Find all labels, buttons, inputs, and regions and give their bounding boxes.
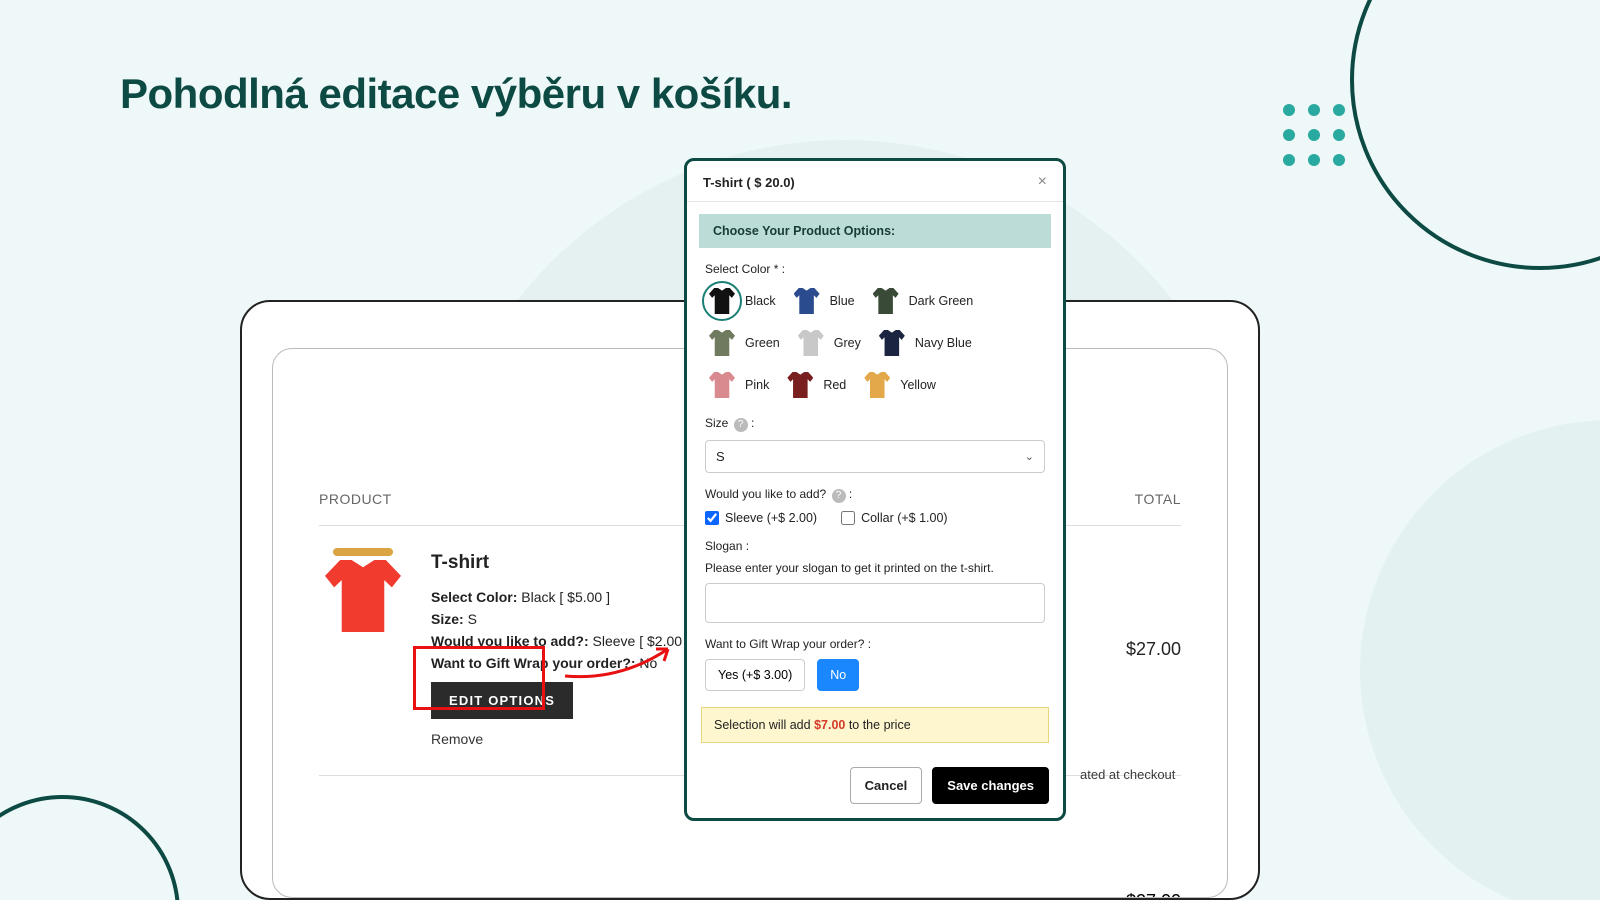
giftwrap-label: Want to Gift Wrap your order? : — [705, 637, 1045, 651]
color-swatch-red[interactable]: Red — [783, 368, 846, 402]
deco-dot-grid — [1283, 104, 1345, 166]
color-label: Select Color * : — [705, 262, 1045, 276]
col-product: PRODUCT — [319, 491, 392, 507]
addons-label: Would you like to add? ? : — [705, 487, 1045, 503]
modal-title: T-shirt ( $ 20.0) — [703, 175, 795, 190]
product-name: T-shirt — [431, 548, 690, 577]
line-total: $27.00 — [1126, 639, 1181, 660]
grand-total: $27.00 — [1126, 891, 1181, 898]
size-value: S — [716, 449, 725, 464]
slogan-input[interactable] — [705, 583, 1045, 623]
help-icon[interactable]: ? — [832, 489, 846, 503]
help-icon[interactable]: ? — [734, 418, 748, 432]
section-giftwrap: Want to Gift Wrap your order? : Yes (+$ … — [687, 623, 1063, 691]
remove-link[interactable]: Remove — [431, 729, 690, 751]
opt-size: Size: S — [431, 609, 690, 631]
color-swatch-navy-blue[interactable]: Navy Blue — [875, 326, 972, 360]
giftwrap-yes-button[interactable]: Yes (+$ 3.00) — [705, 659, 805, 691]
cart-summary: $27.00 — [319, 891, 1181, 898]
color-swatch-yellow[interactable]: Yellow — [860, 368, 936, 402]
deco-circle-top-right — [1350, 0, 1600, 270]
cancel-button[interactable]: Cancel — [850, 767, 923, 804]
color-swatch-black[interactable]: Black — [705, 284, 776, 318]
color-swatch-grey[interactable]: Grey — [794, 326, 861, 360]
page-headline: Pohodlná editace výběru v košíku. — [120, 70, 792, 118]
edit-options-modal: T-shirt ( $ 20.0) × Choose Your Product … — [684, 158, 1066, 821]
save-changes-button[interactable]: Save changes — [932, 767, 1049, 804]
size-label: Size ? : — [705, 416, 1045, 432]
deco-circle-right — [1360, 420, 1600, 900]
close-icon[interactable]: × — [1038, 173, 1047, 191]
size-select[interactable]: S ⌄ — [705, 440, 1045, 473]
annotation-red-box — [413, 646, 545, 710]
opt-color: Select Color: Black [ $5.00 ] — [431, 587, 690, 609]
section-slogan: Slogan : Please enter your slogan to get… — [687, 525, 1063, 623]
section-size: Size ? : S ⌄ — [687, 402, 1063, 473]
color-swatch-dark-green[interactable]: Dark Green — [869, 284, 974, 318]
selection-price-note: Selection will add $7.00 to the price — [701, 707, 1049, 743]
col-total: TOTAL — [1135, 491, 1181, 507]
addon-sleeve[interactable]: Sleeve (+$ 2.00) — [705, 511, 817, 525]
modal-footer: Cancel Save changes — [687, 743, 1063, 818]
deco-circle-bottom-left — [0, 795, 180, 900]
modal-header: T-shirt ( $ 20.0) × — [687, 161, 1063, 202]
product-thumbnail — [319, 548, 407, 646]
color-swatch-pink[interactable]: Pink — [705, 368, 769, 402]
section-color: Select Color * : Black Blue Dark Green Gree… — [687, 248, 1063, 402]
slogan-help: Please enter your slogan to get it print… — [705, 561, 1045, 575]
color-swatches: Black Blue Dark Green Green Grey Navy Blue Pin… — [705, 284, 1045, 402]
product-info: T-shirt Select Color: Black [ $5.00 ] Si… — [431, 548, 690, 751]
chevron-down-icon: ⌄ — [1025, 450, 1034, 463]
color-swatch-blue[interactable]: Blue — [790, 284, 855, 318]
addon-collar[interactable]: Collar (+$ 1.00) — [841, 511, 948, 525]
color-swatch-green[interactable]: Green — [705, 326, 780, 360]
giftwrap-no-button[interactable]: No — [817, 659, 859, 691]
slogan-label: Slogan : — [705, 539, 1045, 553]
section-addons: Would you like to add? ? : Sleeve (+$ 2.… — [687, 473, 1063, 525]
addon-checkboxes: Sleeve (+$ 2.00) Collar (+$ 1.00) — [705, 511, 1045, 525]
options-banner: Choose Your Product Options: — [699, 214, 1051, 248]
checkout-note: ated at checkout — [1080, 767, 1175, 782]
